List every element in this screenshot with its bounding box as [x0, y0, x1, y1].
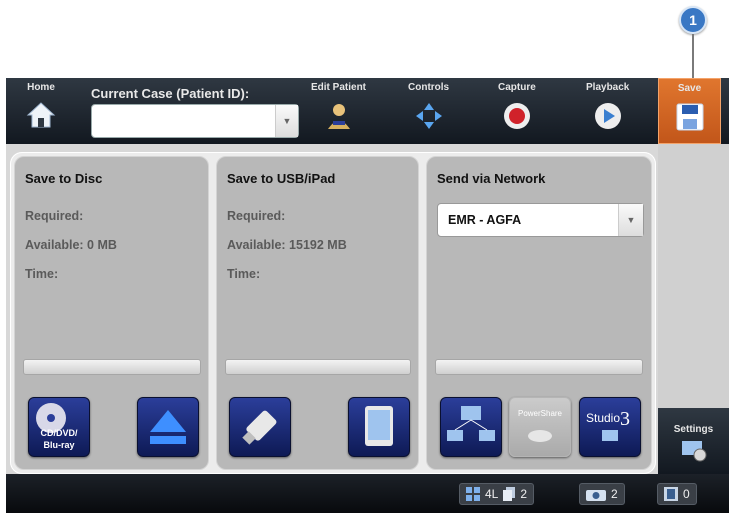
panel-send-via-network: Send via Network EMR - AGFA ▼ PowerShare: [426, 156, 652, 470]
powershare-button[interactable]: PowerShare: [509, 397, 571, 457]
network-send-button[interactable]: [440, 397, 502, 457]
studio-number: 3: [620, 408, 630, 430]
status-bar: 4L 2 2 0: [6, 474, 729, 513]
gear-icon: [681, 441, 706, 462]
photo-count-box: 2: [579, 483, 625, 505]
video-status: 0: [657, 482, 697, 506]
disc-progress-bar: [23, 359, 201, 375]
tablet-icon: [365, 406, 393, 446]
top-nav-bar: Home Current Case (Patient ID): ▼ Edit P…: [6, 78, 729, 144]
eject-disc-button[interactable]: [137, 397, 199, 457]
nav-playback-label: Playback: [586, 82, 630, 93]
nav-home[interactable]: Home: [26, 78, 56, 144]
nav-save[interactable]: Save: [658, 78, 721, 144]
layout-value: 4L: [485, 487, 499, 501]
patient-icon: [327, 104, 350, 129]
usb-required: Required:: [227, 209, 286, 223]
panel-save-to-usb: Save to USB/iPad Required: Available: 15…: [216, 156, 419, 470]
current-case-input[interactable]: ▼: [91, 104, 299, 138]
home-icon: [26, 102, 56, 128]
disc-title: Save to Disc: [25, 171, 103, 186]
grid-icon: [466, 487, 480, 501]
usb-available: Available: 15192 MB: [227, 238, 347, 252]
usb-drive-button[interactable]: [229, 397, 291, 457]
record-icon: [503, 103, 530, 129]
callout-badge: 1: [679, 6, 707, 34]
usb-icon: [242, 410, 277, 445]
network-title: Send via Network: [437, 171, 546, 186]
layout-count-box: 4L 2: [459, 483, 535, 505]
nav-capture[interactable]: Capture: [498, 78, 536, 144]
network-destination-value: EMR - AGFA: [448, 213, 522, 227]
play-icon: [594, 103, 621, 129]
photo-status: 2: [579, 482, 625, 506]
camera-icon: [586, 490, 606, 501]
disc-icon: CD/DVD/ Blu-ray: [36, 403, 78, 450]
nav-controls-label: Controls: [408, 82, 450, 93]
network-progress-bar: [435, 359, 643, 375]
disc-required: Required:: [25, 209, 84, 223]
disc-button-label-1: CD/DVD/: [40, 428, 78, 438]
current-case-label: Current Case (Patient ID):: [91, 86, 250, 101]
burn-disc-button[interactable]: CD/DVD/ Blu-ray: [28, 397, 90, 457]
disc-time: Time:: [25, 267, 59, 281]
settings-button[interactable]: Settings: [658, 408, 729, 474]
nav-save-label: Save: [677, 83, 702, 94]
studio-icon: Studio 3: [586, 408, 630, 441]
video-value: 0: [683, 487, 690, 501]
nav-controls[interactable]: Controls: [408, 78, 449, 144]
ipad-button[interactable]: [348, 397, 410, 457]
cloud-icon: PowerShare: [518, 409, 563, 442]
photo-value: 2: [611, 487, 618, 501]
usb-title: Save to USB/iPad: [227, 171, 336, 186]
network-computers-icon: [447, 406, 495, 441]
directional-arrows-icon: [415, 103, 442, 129]
save-panel-area: Save to Disc Required: Available: 0 MB T…: [6, 144, 729, 474]
nav-home-label: Home: [27, 82, 55, 93]
right-column: Settings: [658, 144, 729, 474]
copies-icon: [503, 487, 516, 501]
nav-capture-label: Capture: [498, 82, 536, 93]
nav-playback[interactable]: Playback: [586, 78, 629, 144]
powershare-label: PowerShare: [518, 409, 563, 418]
disc-available: Available: 0 MB: [25, 238, 117, 252]
film-icon: [664, 487, 678, 501]
studio-label: Studio: [586, 411, 620, 425]
copies-value: 2: [520, 487, 528, 501]
chevron-down-icon[interactable]: ▼: [275, 105, 298, 137]
floppy-disk-icon: [676, 103, 703, 131]
nav-edit-patient-label: Edit Patient: [311, 82, 367, 93]
nav-save-inner: Save: [659, 79, 720, 145]
layout-status: 4L 2: [459, 482, 535, 506]
callout-line: [692, 34, 694, 78]
eject-icon: [150, 410, 186, 444]
panel-save-to-disc: Save to Disc Required: Available: 0 MB T…: [14, 156, 209, 470]
studio3-button[interactable]: Studio 3: [579, 397, 641, 457]
chevron-down-icon[interactable]: ▼: [618, 204, 643, 236]
usb-time: Time:: [227, 267, 261, 281]
video-count-box: 0: [657, 483, 697, 505]
network-destination-select[interactable]: EMR - AGFA ▼: [437, 203, 644, 237]
disc-button-label-2: Blu-ray: [43, 440, 74, 450]
nav-edit-patient[interactable]: Edit Patient: [311, 78, 366, 144]
settings-label: Settings: [673, 424, 714, 435]
usb-progress-bar: [225, 359, 411, 375]
save-options-container: Save to Disc Required: Available: 0 MB T…: [10, 152, 656, 474]
